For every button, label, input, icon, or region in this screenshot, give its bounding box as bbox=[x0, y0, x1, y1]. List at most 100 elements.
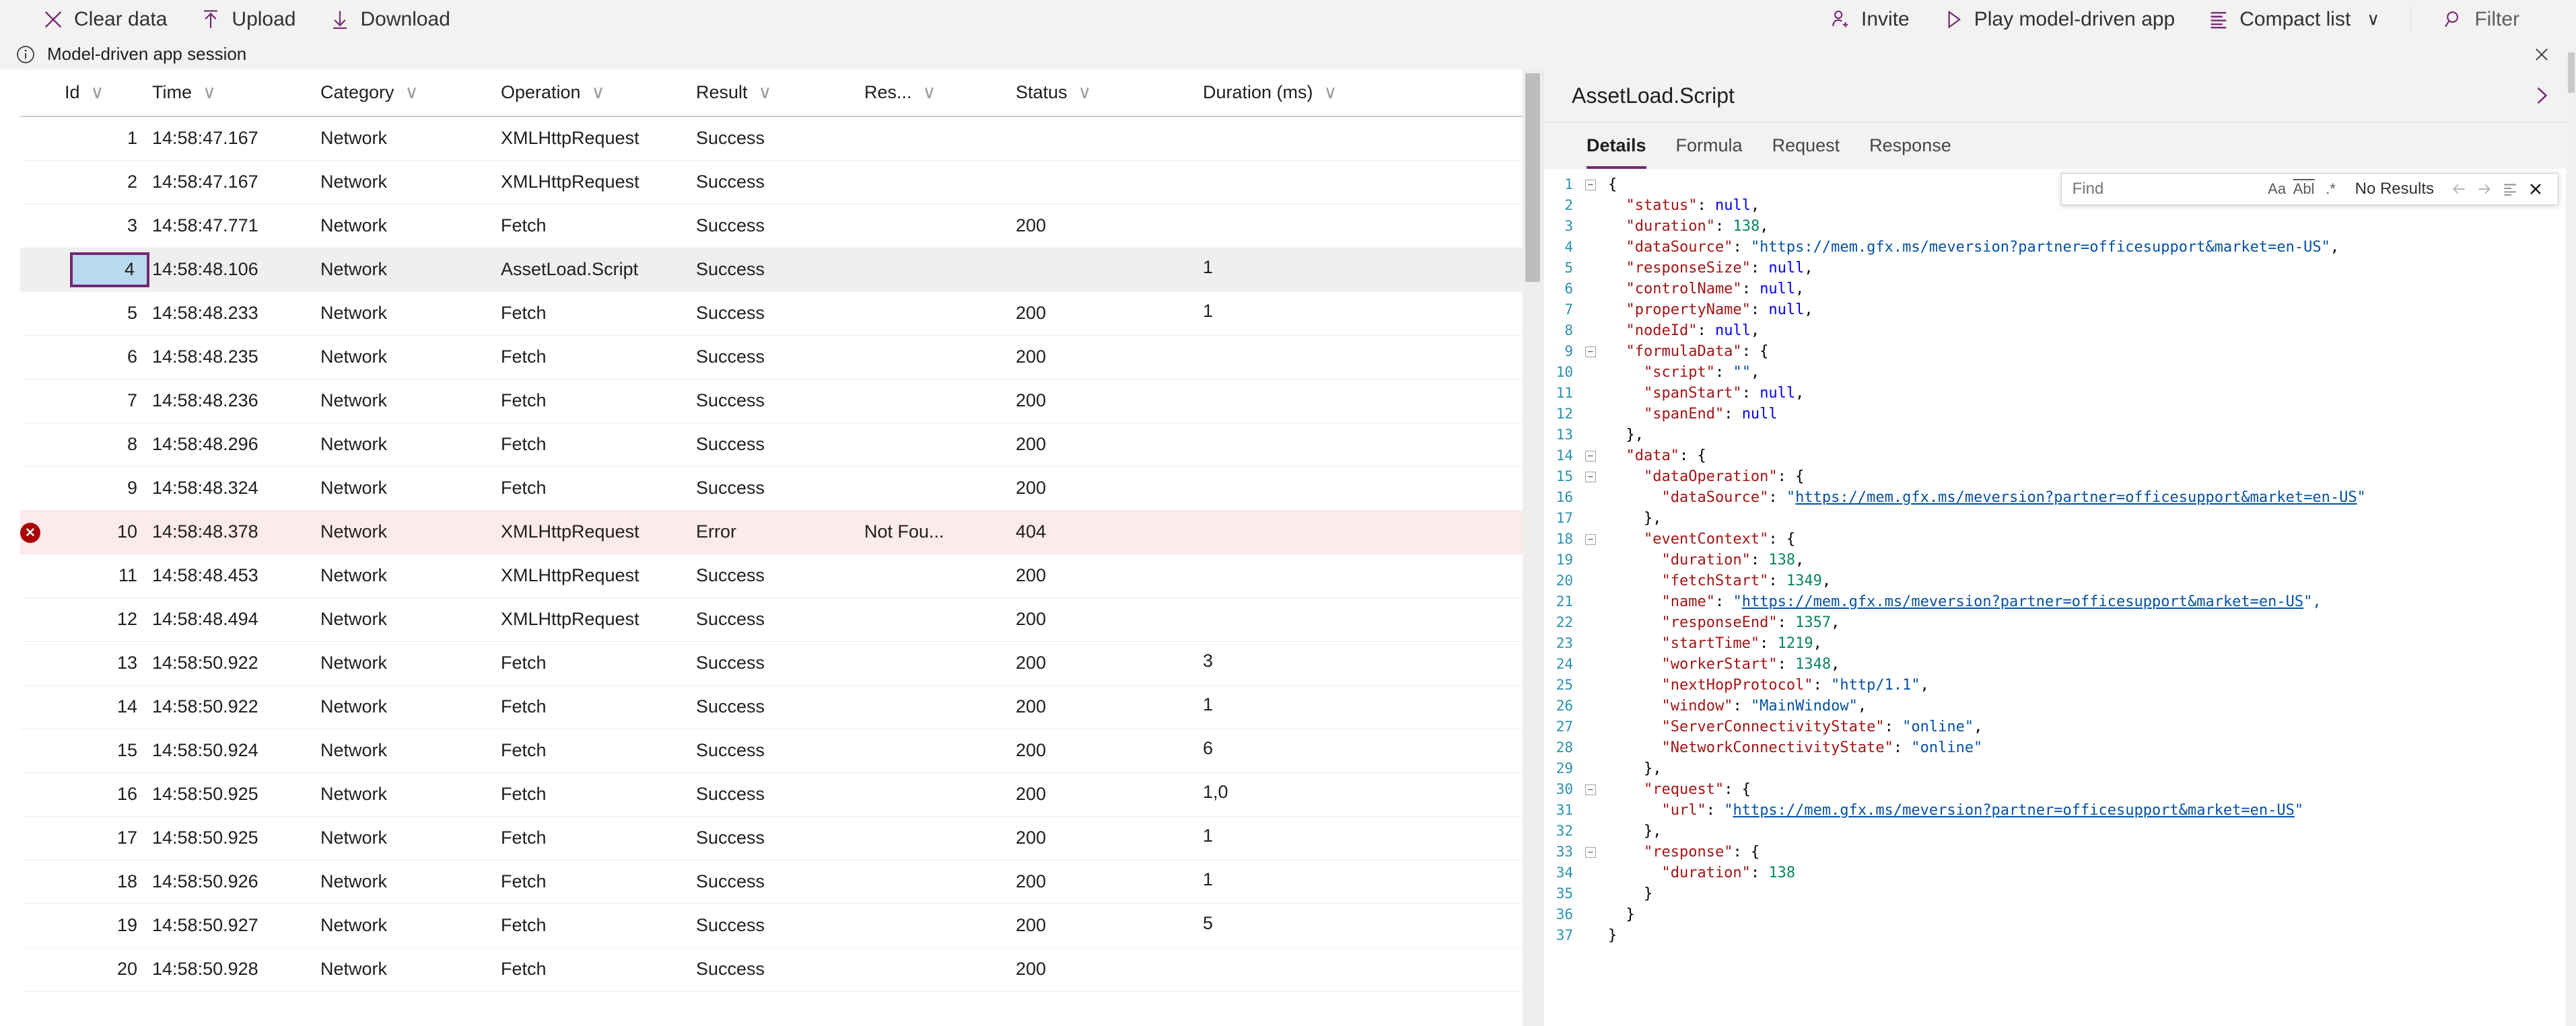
table-row[interactable]: 2 14:58:47.167 Network XMLHttpRequest Succes… bbox=[20, 160, 1523, 205]
chevron-down-icon[interactable]: ∨ bbox=[1324, 82, 1337, 103]
cell-id[interactable]: 8 bbox=[62, 423, 149, 467]
id-value[interactable]: 17 bbox=[62, 822, 149, 854]
column-header-status[interactable]: Status ∨ bbox=[1013, 69, 1200, 117]
collapse-toggle-icon[interactable]: − bbox=[1581, 341, 1600, 362]
invite-button[interactable]: Invite bbox=[1813, 4, 1926, 35]
id-value[interactable]: 13 bbox=[62, 647, 149, 680]
cell-id[interactable]: 3 bbox=[62, 204, 149, 248]
arrow-left-icon[interactable] bbox=[2446, 176, 2472, 202]
find-input[interactable] bbox=[2061, 174, 2264, 204]
chevron-down-icon[interactable]: ∨ bbox=[2367, 9, 2379, 30]
id-value[interactable]: 1 bbox=[62, 122, 149, 155]
id-value[interactable]: 15 bbox=[62, 735, 149, 767]
table-row[interactable]: 14 14:58:50.922 Network Fetch Success 200 1 bbox=[20, 685, 1523, 729]
table-row[interactable]: 9 14:58:48.324 Network Fetch Success 200 bbox=[20, 466, 1523, 511]
cell-id[interactable]: 19 bbox=[62, 904, 149, 948]
table-row[interactable]: 20 14:58:50.928 Network Fetch Success 200 bbox=[20, 947, 1523, 992]
id-value[interactable]: 9 bbox=[62, 472, 149, 505]
cell-id[interactable]: 7 bbox=[62, 379, 149, 423]
collapse-toggle-icon[interactable]: − bbox=[1581, 466, 1600, 487]
id-value[interactable]: 7 bbox=[62, 385, 149, 417]
table-row[interactable]: 16 14:58:50.925 Network Fetch Success 200 1,0 bbox=[20, 772, 1523, 817]
table-row[interactable]: 19 14:58:50.927 Network Fetch Success 200 5 bbox=[20, 904, 1523, 948]
selected-cell[interactable]: 4 bbox=[70, 252, 149, 287]
id-value[interactable]: 6 bbox=[62, 341, 149, 373]
events-table-scrollbar[interactable] bbox=[1523, 69, 1543, 1026]
selection-icon[interactable] bbox=[2497, 176, 2523, 202]
events-table-scrollbar-thumb[interactable] bbox=[1525, 73, 1540, 282]
cell-id[interactable]: 1 bbox=[62, 116, 149, 161]
table-row[interactable]: 7 14:58:48.236 Network Fetch Success 200 bbox=[20, 379, 1523, 423]
column-header-duration[interactable]: Duration (ms) ∨ bbox=[1200, 69, 1523, 117]
details-pane-scrollbar[interactable] bbox=[2567, 52, 2576, 1026]
details-pane-scrollbar-thumb[interactable] bbox=[2568, 52, 2575, 93]
table-row[interactable]: 4 14:58:48.106 Network AssetLoad.Script Succ… bbox=[20, 248, 1523, 292]
collapse-toggle-icon[interactable]: − bbox=[1581, 445, 1600, 466]
json-link[interactable]: https://mem.gfx.ms/meversion?partner=off… bbox=[1795, 489, 2357, 506]
id-value[interactable]: 8 bbox=[62, 429, 149, 461]
cell-id[interactable]: 5 bbox=[62, 291, 149, 336]
column-header-id[interactable]: Id ∨ bbox=[62, 69, 149, 117]
json-link[interactable]: https://mem.gfx.ms/meversion?partner=off… bbox=[1733, 802, 2294, 819]
cell-id[interactable]: 2 bbox=[62, 160, 149, 205]
chevron-down-icon[interactable]: ∨ bbox=[91, 82, 104, 103]
json-link[interactable]: https://mem.gfx.ms/meversion?partner=off… bbox=[1742, 593, 2303, 610]
cell-id[interactable]: 6 bbox=[62, 335, 149, 379]
id-value[interactable]: 18 bbox=[62, 866, 149, 898]
cell-id[interactable]: 12 bbox=[62, 597, 149, 642]
table-row[interactable]: 12 14:58:48.494 Network XMLHttpRequest Succe… bbox=[20, 597, 1523, 642]
table-row[interactable]: 5 14:58:48.233 Network Fetch Success 200 1 bbox=[20, 291, 1523, 336]
table-row[interactable]: 11 14:58:48.453 Network XMLHttpRequest Succe… bbox=[20, 554, 1523, 598]
id-value[interactable]: 10 bbox=[62, 516, 149, 548]
tab-response[interactable]: Response bbox=[1854, 122, 1966, 169]
id-value[interactable]: 12 bbox=[62, 603, 149, 636]
id-value[interactable]: 16 bbox=[62, 778, 149, 811]
cell-id[interactable]: 9 bbox=[62, 466, 149, 511]
column-header-time[interactable]: Time ∨ bbox=[149, 69, 318, 117]
chevron-right-icon[interactable] bbox=[2526, 81, 2556, 110]
id-value[interactable]: 2 bbox=[62, 166, 149, 198]
chevron-down-icon[interactable]: ∨ bbox=[203, 82, 216, 103]
cell-id[interactable]: 14 bbox=[62, 685, 149, 729]
cell-id[interactable]: 10 bbox=[62, 510, 149, 554]
chevron-down-icon[interactable]: ∨ bbox=[923, 82, 936, 103]
chevron-down-icon[interactable]: ∨ bbox=[759, 82, 772, 103]
clear-data-button[interactable]: Clear data bbox=[26, 4, 183, 35]
collapse-toggle-icon[interactable]: − bbox=[1581, 779, 1600, 800]
table-row[interactable]: 13 14:58:50.922 Network Fetch Success 200 3 bbox=[20, 641, 1523, 686]
id-value[interactable]: 3 bbox=[62, 210, 149, 242]
table-row[interactable]: 3 14:58:47.771 Network Fetch Success 200 bbox=[20, 204, 1523, 248]
collapse-toggle-icon[interactable]: − bbox=[1581, 529, 1600, 550]
play-model-driven-app-button[interactable]: Play model-driven app bbox=[1926, 4, 2192, 35]
cell-id[interactable]: 11 bbox=[62, 554, 149, 598]
id-value[interactable]: 19 bbox=[62, 910, 149, 942]
cell-id[interactable]: 15 bbox=[62, 729, 149, 773]
table-row[interactable]: 17 14:58:50.925 Network Fetch Success 200 1 bbox=[20, 816, 1523, 860]
table-row[interactable]: 18 14:58:50.926 Network Fetch Success 200 1 bbox=[20, 860, 1523, 904]
table-row[interactable]: 8 14:58:48.296 Network Fetch Success 200 bbox=[20, 423, 1523, 467]
cell-id[interactable]: 18 bbox=[62, 860, 149, 904]
close-icon[interactable] bbox=[2523, 176, 2548, 202]
collapse-toggle-icon[interactable]: − bbox=[1581, 842, 1600, 863]
upload-button[interactable]: Upload bbox=[183, 4, 312, 35]
regex-toggle[interactable]: .* bbox=[2318, 176, 2344, 203]
tab-formula[interactable]: Formula bbox=[1661, 122, 1757, 169]
column-header-result[interactable]: Result ∨ bbox=[693, 69, 862, 117]
column-header-category[interactable]: Category ∨ bbox=[318, 69, 498, 117]
tab-request[interactable]: Request bbox=[1757, 122, 1855, 169]
cell-id[interactable]: 4 bbox=[62, 248, 149, 292]
table-row[interactable]: 6 14:58:48.235 Network Fetch Success 200 bbox=[20, 335, 1523, 379]
match-case-toggle[interactable]: Aa bbox=[2264, 176, 2291, 203]
close-icon[interactable] bbox=[2530, 43, 2553, 66]
compact-list-button[interactable]: Compact list ∨ bbox=[2191, 4, 2396, 35]
tab-details[interactable]: Details bbox=[1572, 122, 1661, 169]
filter-button[interactable]: Filter bbox=[2426, 4, 2536, 35]
download-button[interactable]: Download bbox=[312, 4, 466, 35]
chevron-down-icon[interactable]: ∨ bbox=[592, 82, 605, 103]
id-value[interactable]: 11 bbox=[62, 560, 149, 592]
table-row[interactable]: ✕ 10 14:58:48.378 Network XMLHttpRequest Erro… bbox=[20, 510, 1523, 554]
id-value[interactable]: 20 bbox=[62, 953, 149, 986]
table-row[interactable]: 1 14:58:47.167 Network XMLHttpRequest Succes… bbox=[20, 116, 1523, 161]
column-header-operation[interactable]: Operation ∨ bbox=[498, 69, 693, 117]
id-value[interactable]: 5 bbox=[62, 297, 149, 330]
